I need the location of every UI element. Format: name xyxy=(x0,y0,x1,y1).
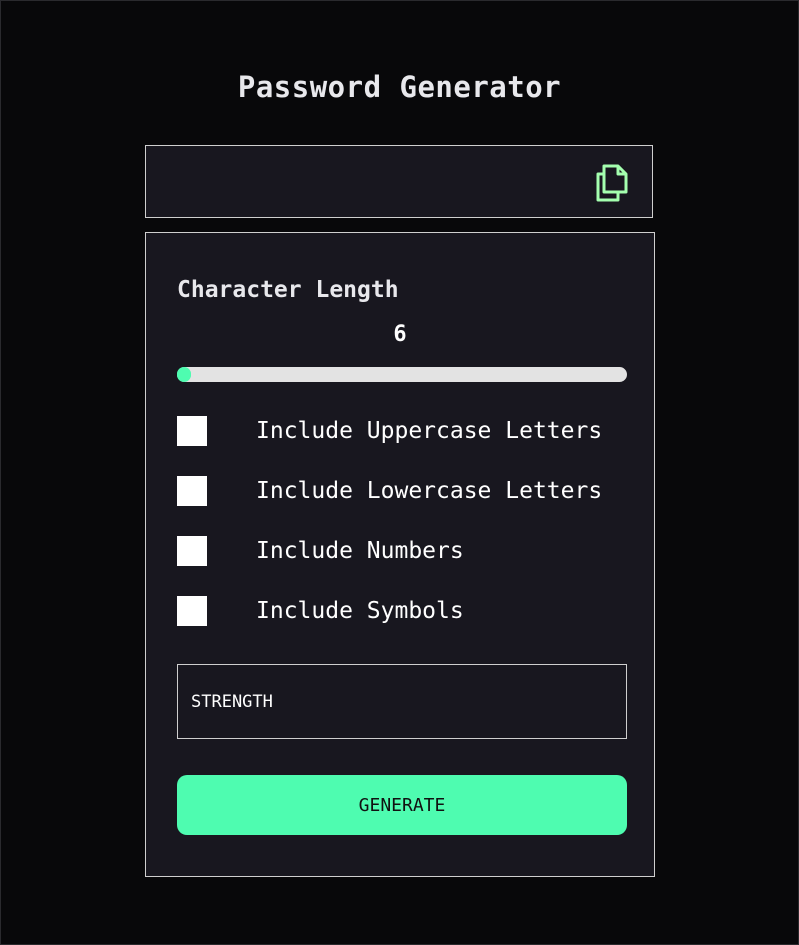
strength-label: STRENGTH xyxy=(191,691,273,712)
lowercase-checkbox[interactable] xyxy=(177,476,207,506)
symbols-checkbox[interactable] xyxy=(177,596,207,626)
settings-panel: Character Length 6 Include Uppercase Let… xyxy=(145,232,655,877)
numbers-checkbox[interactable] xyxy=(177,536,207,566)
uppercase-label: Include Uppercase Letters xyxy=(256,418,603,444)
option-symbols[interactable]: Include Symbols xyxy=(177,596,464,626)
option-numbers[interactable]: Include Numbers xyxy=(177,536,464,566)
symbols-label: Include Symbols xyxy=(256,598,464,624)
numbers-label: Include Numbers xyxy=(256,538,464,564)
length-slider-thumb[interactable] xyxy=(178,368,191,381)
option-uppercase[interactable]: Include Uppercase Letters xyxy=(177,416,602,446)
lowercase-label: Include Lowercase Letters xyxy=(256,478,603,504)
page-title: Password Generator xyxy=(237,70,562,104)
generate-button[interactable]: GENERATE xyxy=(177,775,627,835)
uppercase-checkbox[interactable] xyxy=(177,416,207,446)
length-slider[interactable] xyxy=(177,367,627,382)
character-length-value: 6 xyxy=(393,322,407,347)
copy-icon[interactable] xyxy=(594,164,630,202)
password-output xyxy=(145,145,653,218)
character-length-label: Character Length xyxy=(177,277,399,303)
option-lowercase[interactable]: Include Lowercase Letters xyxy=(177,476,602,506)
strength-meter: STRENGTH xyxy=(177,664,627,739)
